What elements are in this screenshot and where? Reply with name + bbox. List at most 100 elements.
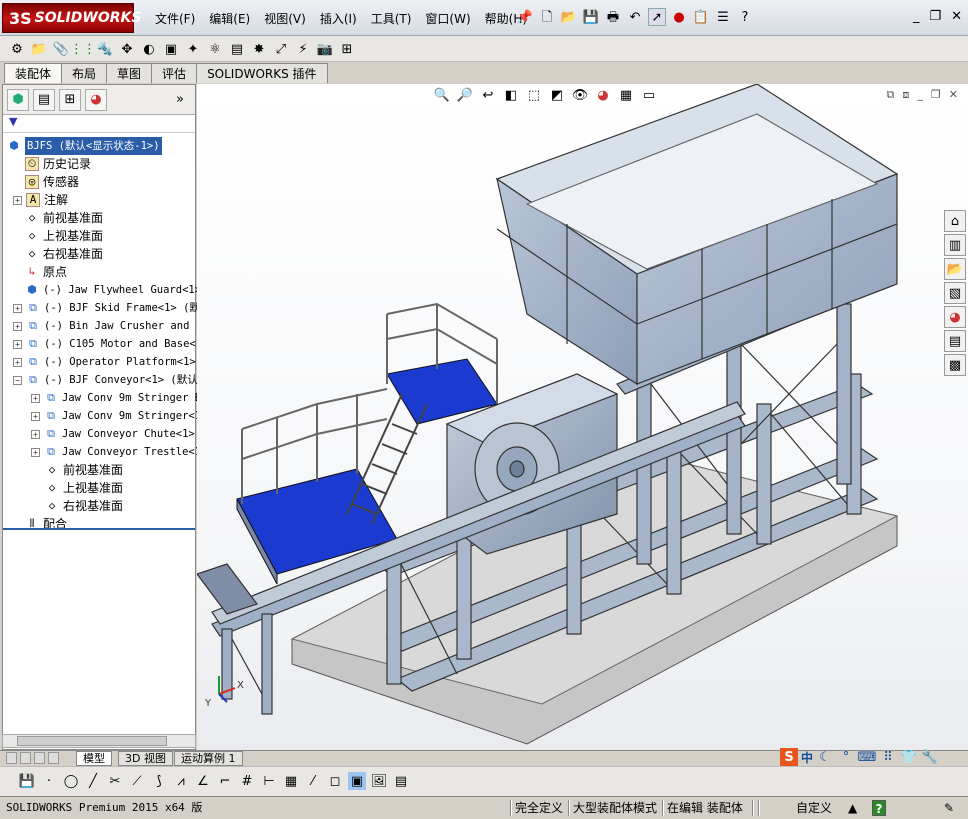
- tree-item[interactable]: ⫴ 配合: [25, 515, 67, 533]
- wrench-icon[interactable]: 🔧: [921, 748, 939, 766]
- dot-icon[interactable]: ·: [40, 772, 58, 790]
- tree-horizontal-scrollbar[interactable]: [2, 734, 196, 748]
- save-icon-bottom[interactable]: 💾: [18, 772, 36, 790]
- expand-icon[interactable]: +: [31, 429, 40, 439]
- menu-edit[interactable]: 编辑(E): [202, 10, 257, 27]
- solidworks-forum-icon[interactable]: ▩: [944, 354, 966, 376]
- rebuild-status-icon[interactable]: ✎: [944, 800, 954, 816]
- expand-icon[interactable]: +: [13, 321, 22, 331]
- rebuild-traffic-light-icon[interactable]: ●: [670, 8, 688, 26]
- last-tab-icon[interactable]: [48, 752, 59, 764]
- menu-view[interactable]: 视图(V): [257, 10, 313, 27]
- expand-icon[interactable]: +: [13, 195, 22, 205]
- expand-icon[interactable]: +: [13, 357, 22, 367]
- mirror-icon[interactable]: ⩘: [172, 772, 190, 790]
- property-manager-icon[interactable]: ▤: [33, 88, 55, 111]
- expand-icon[interactable]: +: [31, 447, 40, 457]
- first-tab-icon[interactable]: [6, 752, 17, 764]
- edit-component-icon[interactable]: ⚙: [8, 40, 26, 58]
- tab-solidworks-addins[interactable]: SOLIDWORKS 插件: [196, 63, 328, 83]
- menu-insert[interactable]: 插入(I): [313, 10, 364, 27]
- tree-item[interactable]: + ⧉ Jaw Conv 9m Stringer<1: [31, 407, 201, 425]
- print-icon[interactable]: 🖶: [604, 8, 622, 26]
- select-pointer-icon[interactable]: ➚: [648, 8, 666, 26]
- skin-shirt-icon[interactable]: 👕: [900, 748, 918, 766]
- large-assembly-mode-icon[interactable]: ⊞: [338, 40, 356, 58]
- tree-item[interactable]: ◎ 传感器: [25, 173, 79, 191]
- new-document-icon[interactable]: 🗋: [538, 8, 556, 26]
- exploded-view-icon[interactable]: ✸: [250, 40, 268, 58]
- prev-tab-icon[interactable]: [20, 752, 31, 764]
- tab-model[interactable]: 模型: [76, 751, 112, 766]
- expand-icon[interactable]: +: [13, 303, 22, 313]
- feature-manager-tree-icon[interactable]: ⬢: [7, 88, 29, 111]
- dimension-icon[interactable]: ⊢: [260, 772, 278, 790]
- tree-item[interactable]: + ⧉ Jaw Conv 9m Stringer B: [31, 389, 201, 407]
- file-properties-icon[interactable]: 📋: [692, 8, 710, 26]
- offset-icon[interactable]: ⟆: [150, 772, 168, 790]
- tab-sketch[interactable]: 草图: [106, 63, 153, 83]
- expand-icon[interactable]: +: [13, 339, 22, 349]
- view-palette-icon[interactable]: ▧: [944, 282, 966, 304]
- expand-panel-icon[interactable]: »: [169, 89, 191, 111]
- undo-icon[interactable]: ↶: [626, 8, 644, 26]
- assembly-model[interactable]: Y X: [197, 84, 968, 750]
- menu-tools[interactable]: 工具(T): [364, 10, 419, 27]
- angle-icon[interactable]: ∠: [194, 772, 212, 790]
- tree-item[interactable]: ⬢ (-) Jaw Flywheel Guard<1>: [25, 281, 201, 299]
- graphics-area[interactable]: 🔍 🔎 ↩ ◧ ⬚ ◩ 👁 ◕ ▦ ▭ ⧉ ⧈ _ ❐ ✕ Y X ⌂ ▥ 📂 …: [197, 84, 968, 750]
- grid-icon[interactable]: #: [238, 772, 256, 790]
- instant3d-icon[interactable]: ⤢: [272, 40, 290, 58]
- tree-item[interactable]: + ⧉ (-) Operator Platform<1>: [13, 353, 196, 371]
- table-icon[interactable]: ▤: [392, 772, 410, 790]
- tab-layout[interactable]: 布局: [61, 63, 108, 83]
- tree-item[interactable]: ◇ 右视基准面: [25, 245, 103, 263]
- help-icon[interactable]: ?: [736, 8, 754, 26]
- design-library-icon[interactable]: ▥: [944, 234, 966, 256]
- tree-item[interactable]: + ⧉ Jaw Conveyor Trestle<1: [31, 443, 201, 461]
- tree-item[interactable]: ◇ 上视基准面: [45, 479, 123, 497]
- expand-icon[interactable]: +: [31, 411, 40, 421]
- linear-pattern-icon[interactable]: ⋮⋮: [70, 40, 96, 58]
- keyboard-icon[interactable]: ⌨: [858, 748, 877, 766]
- custom-properties-icon[interactable]: ▤: [944, 330, 966, 352]
- line-icon[interactable]: ╱: [84, 772, 102, 790]
- solidworks-logo[interactable]: 3S SOLIDWORKS: [2, 3, 141, 33]
- close-icon[interactable]: ✕: [951, 9, 962, 24]
- tab-assembly[interactable]: 装配体: [4, 63, 63, 83]
- tree-item[interactable]: ◇ 上视基准面: [25, 227, 103, 245]
- open-folder-icon[interactable]: 📂: [560, 8, 578, 26]
- save-icon[interactable]: 💾: [582, 8, 600, 26]
- take-snapshot-icon[interactable]: 📷: [316, 40, 334, 58]
- minimize-icon[interactable]: _: [913, 9, 920, 24]
- tree-item[interactable]: ◇ 右视基准面: [45, 497, 123, 515]
- solidworks-resources-icon[interactable]: ⌂: [944, 210, 966, 232]
- menu-window[interactable]: 窗口(W): [418, 10, 477, 27]
- punctuation-icon[interactable]: °: [837, 748, 855, 766]
- tree-root-assembly[interactable]: ⬢ BJFS (默认<显示状态-1>): [7, 137, 162, 155]
- update-speedpak-icon[interactable]: ⚡: [294, 40, 312, 58]
- tab-3d-views[interactable]: 3D 视图: [118, 751, 173, 766]
- units-dropdown-icon[interactable]: ▲: [848, 800, 857, 816]
- bill-of-materials-icon[interactable]: ▤: [228, 40, 246, 58]
- tree-item[interactable]: + ⧉ Jaw Conveyor Chute<1>: [31, 425, 195, 443]
- tools-grid-icon[interactable]: ⠿: [879, 748, 897, 766]
- tree-item[interactable]: ◇ 前视基准面: [25, 209, 103, 227]
- tab-evaluate[interactable]: 评估: [151, 63, 198, 83]
- mate-icon[interactable]: 📎: [52, 40, 70, 58]
- shaded-cube-icon[interactable]: ▣: [348, 772, 366, 790]
- pin-icon[interactable]: 📌: [516, 8, 534, 26]
- slash-icon[interactable]: ⁄: [304, 772, 322, 790]
- tree-item[interactable]: + ⧉ (-) C105 Motor and Base<1: [13, 335, 202, 353]
- insert-component-icon[interactable]: 📁: [30, 40, 48, 58]
- extend-icon[interactable]: ⟋: [128, 772, 146, 790]
- appearances-icon[interactable]: ◕: [944, 306, 966, 328]
- menu-file[interactable]: 文件(F): [148, 10, 202, 27]
- tree-filter[interactable]: ▼: [3, 115, 195, 133]
- restore-icon[interactable]: ❐: [929, 9, 941, 24]
- move-component-icon[interactable]: ✥: [118, 40, 136, 58]
- tree-item[interactable]: + A 注解: [13, 191, 68, 209]
- configuration-manager-icon[interactable]: ⊞: [59, 88, 81, 111]
- expand-icon[interactable]: +: [31, 393, 40, 403]
- next-tab-icon[interactable]: [34, 752, 45, 764]
